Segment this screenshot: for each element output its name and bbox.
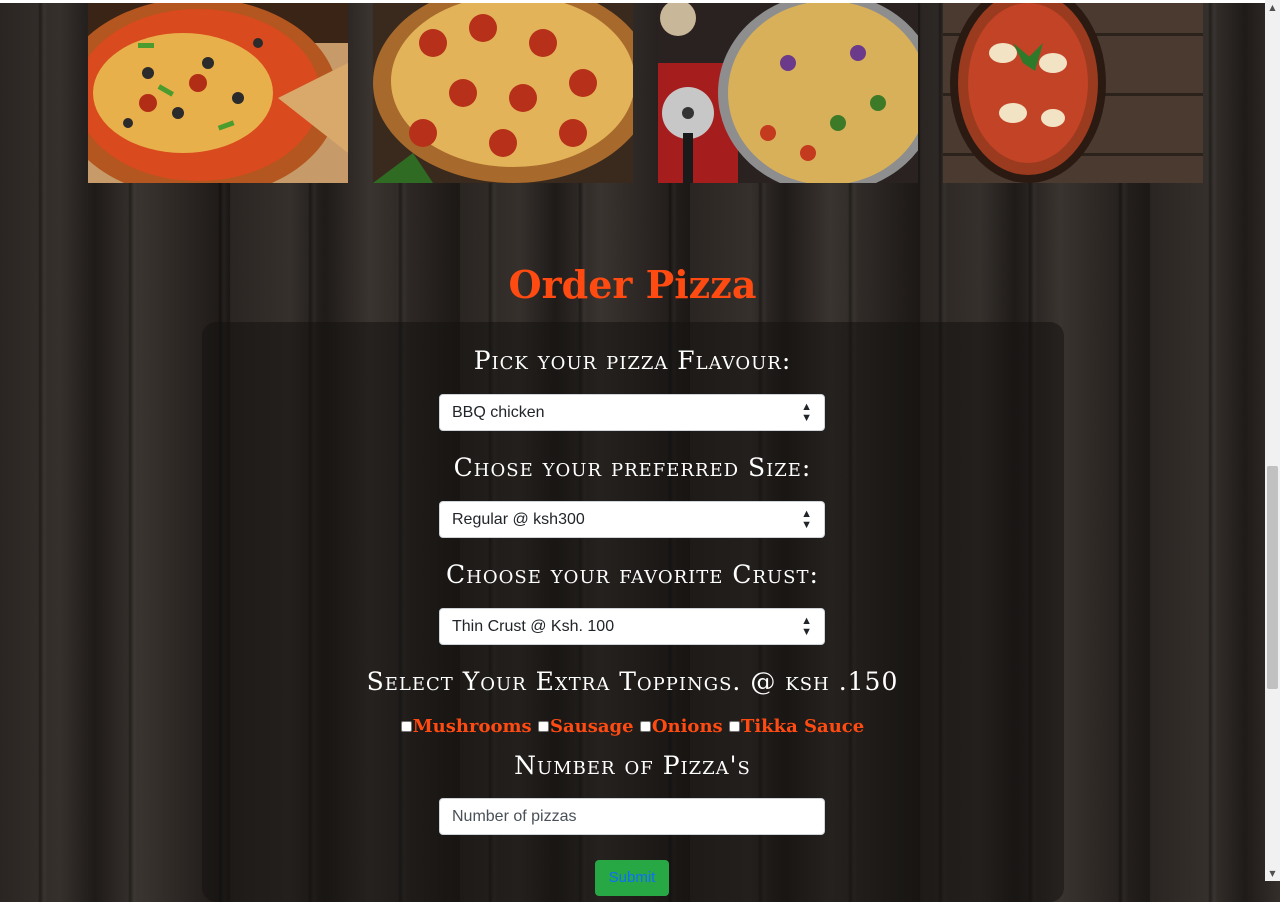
pizza-pepperoni-image (373, 3, 633, 183)
flavour-selected-value: BBQ chicken (452, 403, 545, 421)
size-selected-value: Regular @ ksh300 (452, 510, 585, 528)
tikka-sauce-checkbox[interactable] (728, 721, 740, 732)
mushrooms-checkbox[interactable] (400, 721, 412, 732)
select-arrows-icon: ▲ ▼ (801, 400, 812, 424)
pizza-gallery (0, 3, 1265, 183)
topping-label: Sausage (549, 716, 634, 737)
pizza-veggie-image (658, 3, 918, 183)
topping-label: Onions (651, 716, 723, 737)
flavour-select[interactable]: BBQ chicken ▲ ▼ (439, 394, 825, 431)
pizza-supreme-image (88, 3, 348, 183)
size-label: Chose your preferred Size: (453, 453, 812, 482)
page-scrollbar[interactable]: ▲ ▼ (1265, 0, 1280, 881)
submit-button[interactable]: Submit (595, 860, 669, 896)
scroll-thumb[interactable] (1267, 466, 1278, 689)
scroll-up-icon[interactable]: ▲ (1265, 0, 1280, 15)
topping-mushrooms[interactable]: Mushrooms (400, 716, 532, 737)
topping-sausage[interactable]: Sausage (537, 716, 634, 737)
select-arrows-icon: ▲ ▼ (801, 507, 812, 531)
topping-tikka-sauce[interactable]: Tikka Sauce (728, 716, 865, 737)
quantity-input[interactable]: Number of pizzas (439, 798, 825, 835)
quantity-label: Number of Pizza's (514, 751, 751, 780)
select-arrows-icon: ▲ ▼ (801, 614, 812, 638)
scroll-down-icon[interactable]: ▼ (1265, 866, 1280, 881)
pizza-margherita-image (943, 3, 1203, 183)
order-title: Order Pizza (508, 262, 757, 307)
crust-label: Choose your favorite Crust: (446, 560, 819, 589)
size-select[interactable]: Regular @ ksh300 ▲ ▼ (439, 501, 825, 538)
quantity-placeholder: Number of pizzas (452, 807, 577, 825)
topping-label: Mushrooms (412, 716, 532, 737)
crust-selected-value: Thin Crust @ Ksh. 100 (452, 617, 615, 635)
flavour-label: Pick your pizza Flavour: (473, 346, 792, 375)
toppings-label: Select Your Extra Toppings. @ ksh .150 (366, 667, 899, 696)
crust-select[interactable]: Thin Crust @ Ksh. 100 ▲ ▼ (439, 608, 825, 645)
sausage-checkbox[interactable] (537, 721, 549, 732)
topping-label: Tikka Sauce (740, 716, 865, 737)
toppings-group: Mushrooms Sausage Onions Tikka Sauce (0, 716, 1265, 737)
topping-onions[interactable]: Onions (639, 716, 723, 737)
onions-checkbox[interactable] (639, 721, 651, 732)
